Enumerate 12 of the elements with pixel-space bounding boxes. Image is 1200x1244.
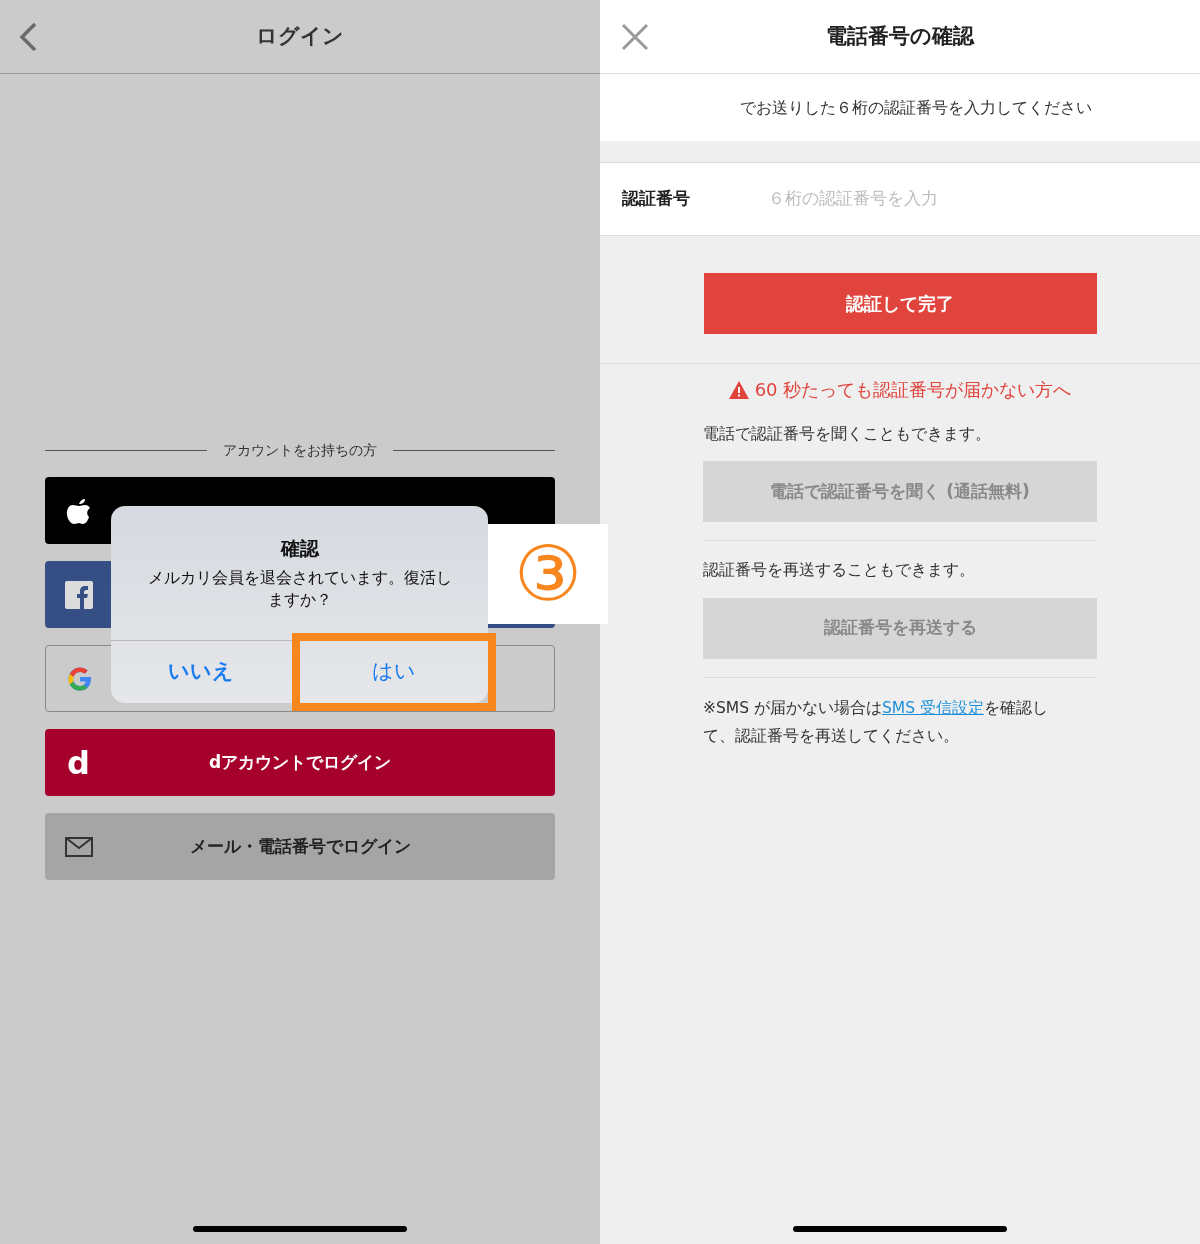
- screen-title: ログイン: [256, 22, 344, 50]
- help-text: 電話で認証番号を聞くこともできます。: [703, 424, 992, 445]
- dialog-title: 確認: [280, 536, 319, 561]
- screen-title: 電話番号の確認: [826, 22, 974, 50]
- step-badge: ③: [488, 524, 608, 624]
- help-text: 認証番号を再送することもできます。: [703, 560, 976, 582]
- instruction-text: でお送りした６桁の認証番号を入力してください: [740, 96, 1092, 119]
- sms-note: ※SMS が届かない場合はSMS 受信設定を確認して、認証番号を再送してください。: [703, 697, 1049, 747]
- section-label: アカウントをお持ちの方: [223, 440, 377, 460]
- docomo-icon: d: [67, 746, 90, 779]
- dialog-message: メルカリ会員を退会されています。復活しますか？: [146, 567, 453, 611]
- field-label: 認証番号: [622, 187, 691, 211]
